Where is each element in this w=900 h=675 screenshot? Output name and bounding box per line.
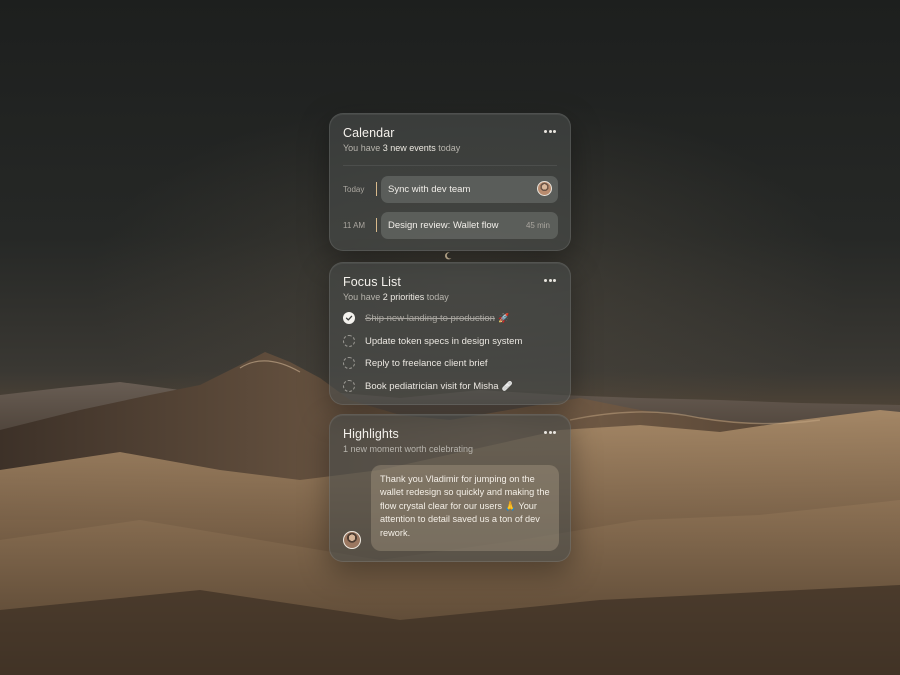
more-horizontal-icon[interactable]: [544, 431, 556, 435]
task-label: Update token specs in design system: [365, 335, 523, 347]
checkbox-empty-icon[interactable]: [343, 380, 355, 392]
task-item[interactable]: Book pediatrician visit for Misha 🩹: [343, 378, 513, 394]
event-duration: 45 min: [525, 221, 550, 230]
focus-title: Focus List: [343, 275, 401, 289]
crescent-moon-icon: [445, 252, 452, 260]
calendar-title: Calendar: [343, 126, 395, 140]
subtitle-prefix: You have: [343, 143, 383, 153]
subtitle-suffix: today: [435, 143, 461, 153]
more-horizontal-icon[interactable]: [544, 279, 556, 283]
task-label: Reply to freelance client brief: [365, 357, 488, 369]
event-accent-bar: [376, 218, 377, 232]
focus-list-widget: Focus List You have 2 priorities today S…: [329, 262, 571, 405]
priorities-count: 2 priorities: [382, 292, 425, 302]
calendar-widget: Calendar You have 3 new events today Tod…: [329, 113, 571, 251]
highlights-title: Highlights: [343, 427, 399, 441]
event-time: Today: [343, 185, 365, 194]
event-item-design-review[interactable]: Design review: Wallet flow 45 min: [381, 212, 558, 239]
bandage-icon: 🩹: [501, 380, 513, 391]
task-label: Ship new landing to production: [365, 312, 495, 324]
more-horizontal-icon[interactable]: [544, 130, 556, 134]
event-accent-bar: [376, 182, 377, 196]
avatar: [343, 531, 361, 549]
checkbox-empty-icon[interactable]: [343, 335, 355, 347]
calendar-subtitle: You have 3 new events today: [343, 143, 460, 153]
task-item[interactable]: Reply to freelance client brief: [343, 355, 488, 371]
events-count: 3 new events: [382, 143, 436, 153]
checkbox-empty-icon[interactable]: [343, 357, 355, 369]
checkbox-checked-icon[interactable]: [343, 312, 355, 324]
event-title: Sync with dev team: [388, 184, 471, 195]
subtitle-prefix: You have: [343, 292, 383, 302]
event-time: 11 AM: [343, 221, 366, 230]
avatar: [537, 181, 552, 196]
event-item-sync[interactable]: Sync with dev team: [381, 176, 558, 203]
task-item[interactable]: Ship new landing to production 🚀: [343, 310, 509, 326]
highlights-widget: Highlights 1 new moment worth celebratin…: [329, 414, 571, 562]
task-item[interactable]: Update token specs in design system: [343, 333, 522, 349]
rocket-icon: 🚀: [497, 312, 510, 323]
divider: [343, 165, 557, 166]
event-title: Design review: Wallet flow: [388, 220, 499, 231]
highlights-subtitle: 1 new moment worth celebrating: [343, 444, 474, 454]
subtitle-suffix: today: [424, 292, 449, 302]
focus-subtitle: You have 2 priorities today: [343, 292, 449, 302]
task-label: Book pediatrician visit for Misha: [365, 380, 499, 392]
highlight-message: Thank you Vladimir for jumping on the wa…: [371, 465, 559, 551]
